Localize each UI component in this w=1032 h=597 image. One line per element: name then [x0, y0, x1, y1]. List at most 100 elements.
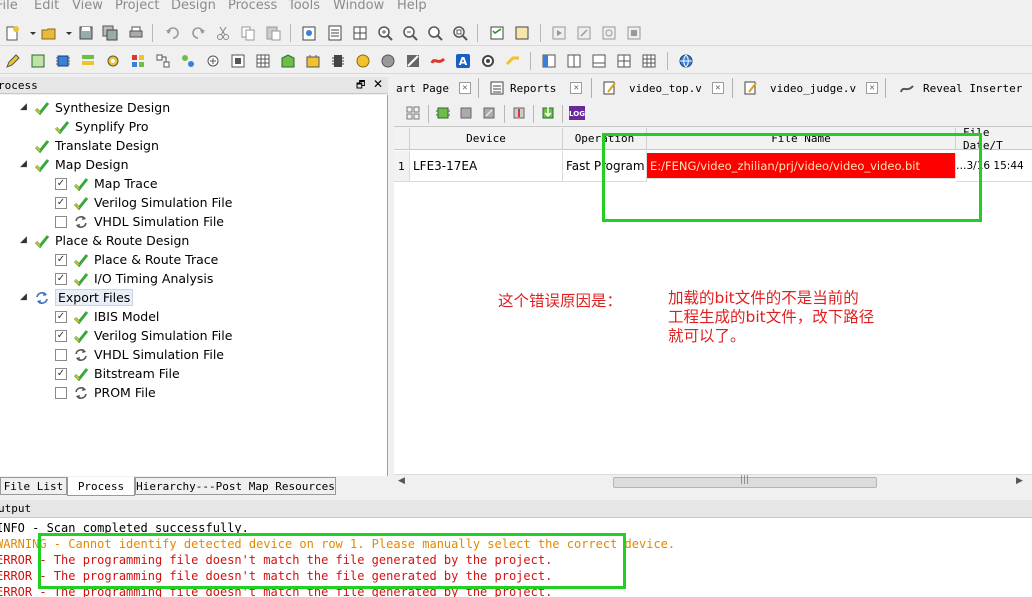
close-icon[interactable]: ✕ [373, 77, 383, 91]
chip-edit-icon[interactable] [480, 104, 498, 122]
array-icon[interactable] [254, 52, 272, 70]
tab-hierarchy-post-map[interactable]: Hierarchy---Post Map Resources [135, 477, 336, 495]
tool-icon[interactable] [504, 52, 522, 70]
expander-icon[interactable]: ◢ [20, 159, 27, 169]
redo-icon[interactable] [189, 24, 207, 42]
chip-remove-icon[interactable] [457, 104, 475, 122]
module-icon[interactable] [304, 52, 322, 70]
tab-video-top-v[interactable]: video_top.v ✕ [593, 78, 733, 98]
chip-program-icon[interactable] [510, 104, 528, 122]
rerun-all-icon[interactable] [600, 24, 618, 42]
tree-item-io-timing-analysis[interactable]: ✓ I/O Timing Analysis [55, 269, 213, 288]
tree-item-place-route-design[interactable]: ◢ Place & Route Design [20, 231, 189, 250]
tree-item-export-files[interactable]: ◢ Export Files [20, 288, 134, 307]
stop-icon[interactable] [625, 24, 643, 42]
device-cell[interactable]: LFE3-17EA [410, 151, 563, 182]
menu-process[interactable]: Process [228, 0, 277, 13]
panel-left-icon[interactable] [540, 52, 558, 70]
scroll-right-icon[interactable]: ▶ [1016, 476, 1023, 486]
tab-reports[interactable]: Reports ✕ [480, 78, 592, 98]
clipboard-icon[interactable] [300, 24, 318, 42]
memory-icon[interactable] [329, 52, 347, 70]
checkbox-checked[interactable]: ✓ [55, 310, 67, 323]
reveal-icon[interactable] [429, 52, 447, 70]
checkbox-checked[interactable]: ✓ [55, 329, 67, 342]
checkbox-checked[interactable]: ✓ [55, 272, 67, 285]
netlist-icon[interactable] [79, 52, 97, 70]
panel-bottom-icon[interactable] [590, 52, 608, 70]
save-icon[interactable] [77, 24, 95, 42]
tab-close-icon[interactable]: ✕ [711, 82, 724, 94]
horizontal-scrollbar[interactable]: ◀ ||| ▶ [394, 474, 1032, 490]
tree-item-verilog-simulation-file-export[interactable]: ✓ Verilog Simulation File [55, 326, 232, 345]
tree-item-prom-file[interactable]: PROM File [55, 383, 156, 402]
pencil-icon[interactable] [4, 52, 22, 70]
expander-icon[interactable]: ◢ [20, 235, 27, 245]
menu-design[interactable]: Design [171, 0, 216, 13]
download-icon[interactable] [539, 104, 557, 122]
scrollbar-thumb[interactable]: ||| [613, 475, 877, 488]
expander-icon[interactable]: ◢ [20, 102, 27, 112]
cut-icon[interactable] [214, 24, 232, 42]
tree-item-map-trace[interactable]: ✓ Map Trace [55, 174, 158, 193]
tab-video-judge-v[interactable]: video_judge.v ✕ [734, 78, 886, 98]
grid-icon[interactable] [351, 24, 369, 42]
zoom-area-icon[interactable] [451, 24, 469, 42]
print-icon[interactable] [127, 24, 145, 42]
bus-icon[interactable] [204, 52, 222, 70]
checkbox-checked[interactable]: ✓ [55, 253, 67, 266]
checkbox-checked[interactable]: ✓ [55, 196, 67, 209]
tree-item-synplify-pro[interactable]: Synplify Pro [54, 117, 149, 136]
menu-view[interactable]: View [72, 0, 103, 13]
menu-tools[interactable]: Tools [288, 0, 320, 13]
package-icon[interactable] [354, 52, 372, 70]
ip-icon[interactable] [279, 52, 297, 70]
scan-icon[interactable] [404, 104, 422, 122]
copy-icon[interactable] [239, 24, 257, 42]
menu-file[interactable]: File [0, 0, 18, 13]
menu-help[interactable]: Help [397, 0, 427, 13]
zoom-out-icon[interactable] [401, 24, 419, 42]
dropdown-arrow-icon[interactable] [60, 24, 72, 42]
menu-window[interactable]: Window [333, 0, 384, 13]
open-folder-icon[interactable] [40, 24, 58, 42]
chip-icon[interactable] [54, 52, 72, 70]
scroll-left-icon[interactable]: ◀ [398, 476, 405, 486]
globe-gray-icon[interactable] [379, 52, 397, 70]
globe-icon[interactable] [677, 52, 695, 70]
column-header-device[interactable]: Device [410, 128, 563, 150]
tab-close-icon[interactable]: ✕ [570, 82, 583, 94]
panel-grid-icon[interactable] [640, 52, 658, 70]
checkbox-checked[interactable]: ✓ [55, 177, 67, 190]
checkbox-checked[interactable]: ✓ [55, 367, 67, 380]
spreadsheet-icon[interactable] [29, 52, 47, 70]
tab-start-page[interactable]: art Page ✕ [394, 78, 479, 98]
fpga-icon[interactable] [229, 52, 247, 70]
restore-icon[interactable]: 🗗 [356, 78, 365, 95]
tree-item-vhdl-simulation-file-export[interactable]: VHDL Simulation File [55, 345, 224, 364]
tree-item-translate-design[interactable]: Translate Design [34, 136, 159, 155]
tree-item-map-design[interactable]: ◢ Map Design [20, 155, 129, 174]
checkbox-unchecked[interactable] [55, 348, 67, 361]
document-icon[interactable] [513, 24, 531, 42]
dropdown-arrow-icon[interactable] [24, 24, 36, 42]
gear-chip-icon[interactable] [104, 52, 122, 70]
checklist-icon[interactable] [488, 24, 506, 42]
zoom-in-icon[interactable] [376, 24, 394, 42]
rerun-icon[interactable] [575, 24, 593, 42]
expander-icon[interactable]: ◢ [20, 292, 27, 302]
new-file-icon[interactable] [4, 24, 22, 42]
a-icon[interactable]: A [454, 52, 472, 70]
panel-split-icon[interactable] [565, 52, 583, 70]
tree-item-bitstream-file[interactable]: ✓ Bitstream File [55, 364, 180, 383]
tree-item-vhdl-simulation-file[interactable]: VHDL Simulation File [55, 212, 224, 231]
tab-file-list[interactable]: File List [0, 477, 67, 495]
calculator-icon[interactable] [326, 24, 344, 42]
tab-close-icon[interactable]: ✕ [866, 82, 879, 94]
tree-item-synthesize-design[interactable]: ◢ Synthesize Design [20, 98, 170, 117]
settings-icon[interactable] [479, 52, 497, 70]
wand-icon[interactable] [404, 52, 422, 70]
tab-close-icon[interactable]: ✕ [458, 82, 471, 94]
hierarchy-icon[interactable] [154, 52, 172, 70]
run-icon[interactable] [550, 24, 568, 42]
